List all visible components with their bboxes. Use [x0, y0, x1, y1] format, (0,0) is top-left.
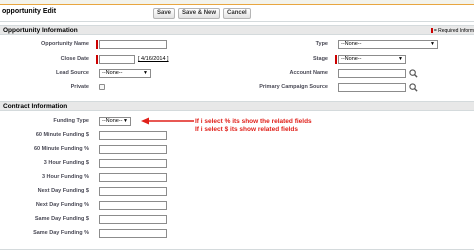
page-title: opportunity Edit — [2, 8, 57, 15]
required-marker-icon — [430, 28, 433, 33]
close-date-label: Close Date — [60, 56, 89, 62]
today-date-link[interactable]: [ 4/16/2014 ] — [138, 56, 169, 62]
lead-source-label: Lead Source — [55, 70, 89, 76]
private-checkbox[interactable] — [99, 84, 105, 90]
funding-row-input[interactable] — [99, 229, 167, 238]
funding-row-input[interactable] — [99, 201, 167, 210]
primary-campaign-source-input[interactable] — [338, 83, 406, 92]
opportunity-name-label: Opportunity Name — [41, 41, 89, 47]
funding-row-label: Same Day Funding $ — [34, 216, 89, 222]
cancel-button[interactable]: Cancel — [223, 8, 251, 19]
funding-row-label: Same Day Funding % — [33, 230, 89, 236]
lead-source-value: --None-- — [102, 70, 123, 76]
funding-row-input[interactable] — [99, 131, 167, 140]
chevron-down-icon: ▼ — [398, 56, 403, 62]
required-marker-icon — [96, 55, 98, 64]
type-select[interactable]: --None-- ▼ — [338, 40, 438, 49]
funding-row-input[interactable] — [99, 215, 167, 224]
stage-label: Stage — [313, 56, 328, 62]
chevron-down-icon: ▼ — [123, 118, 128, 124]
funding-row-input[interactable] — [99, 173, 167, 182]
funding-row-label: 3 Hour Funding $ — [43, 160, 89, 166]
save-new-button[interactable]: Save & New — [178, 8, 221, 19]
private-label: Private — [70, 84, 89, 90]
annotation-dollar-note: If i select $ its show related fields — [195, 126, 298, 133]
funding-row-label: 3 Hour Funding % — [41, 174, 89, 180]
close-date-input[interactable] — [99, 55, 135, 64]
save-button[interactable]: Save — [153, 8, 176, 19]
section-title: Opportunity Information — [3, 27, 78, 34]
magnifier-icon[interactable] — [409, 83, 418, 92]
top-bar — [0, 0, 474, 5]
funding-row-input[interactable] — [99, 159, 167, 168]
required-legend-text: = Required Inform — [433, 28, 474, 34]
funding-row-input[interactable] — [99, 187, 167, 196]
funding-type-label: Funding Type — [53, 118, 89, 124]
account-name-input[interactable] — [338, 69, 406, 78]
stage-value: --None-- — [341, 56, 362, 62]
funding-row-label: Next Day Funding % — [35, 202, 89, 208]
funding-row-label: Next Day Funding $ — [37, 188, 89, 194]
annotation-arrow-icon — [141, 117, 194, 125]
section-opportunity-information: Opportunity Information = Required Infor… — [0, 25, 474, 35]
opportunity-name-input[interactable] — [99, 40, 167, 49]
top-button-bar: Save Save & New Cancel — [153, 8, 251, 19]
funding-type-select[interactable]: --None-- ▼ — [99, 117, 131, 126]
chevron-down-icon: ▼ — [143, 70, 148, 76]
funding-row-label: 60 Minute Funding % — [34, 146, 89, 152]
required-legend: = Required Inform — [430, 28, 474, 34]
magnifier-icon[interactable] — [409, 69, 418, 78]
lead-source-select[interactable]: --None-- ▼ — [99, 69, 151, 78]
section-contract-information: Contract Information — [0, 101, 474, 111]
required-marker-icon — [96, 40, 98, 49]
type-label: Type — [315, 41, 328, 47]
account-name-label: Account Name — [289, 70, 328, 76]
funding-row-label: 60 Minute Funding $ — [35, 132, 89, 138]
annotation-percent-note: If i select % its show the related field… — [195, 118, 312, 125]
required-marker-icon — [335, 55, 337, 64]
title-divider — [0, 21, 474, 22]
chevron-down-icon: ▼ — [430, 41, 435, 47]
funding-type-value: --None-- — [102, 118, 123, 124]
bottom-divider — [0, 249, 474, 250]
stage-select[interactable]: --None-- ▼ — [338, 55, 406, 64]
funding-row-input[interactable] — [99, 145, 167, 154]
section-title: Contract Information — [3, 103, 68, 110]
primary-campaign-source-label: Primary Campaign Source — [259, 84, 328, 90]
type-value: --None-- — [341, 41, 362, 47]
